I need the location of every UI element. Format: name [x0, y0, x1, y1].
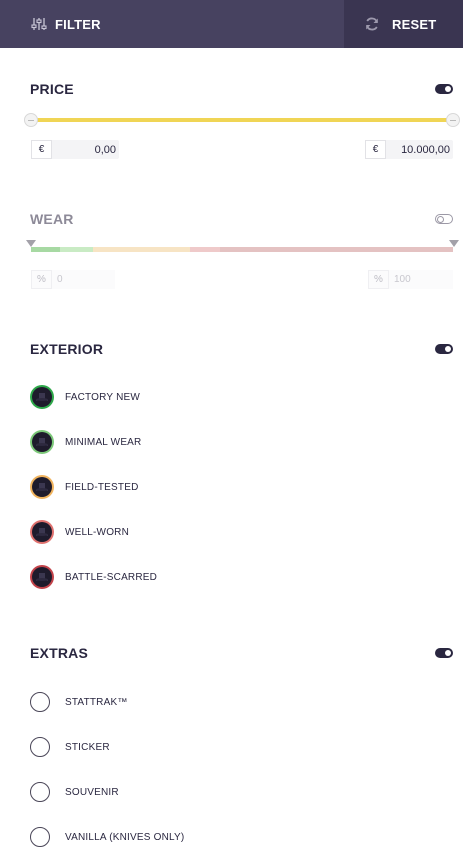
- filter-button[interactable]: FILTER: [0, 0, 344, 48]
- wear-min-value[interactable]: 0: [52, 274, 63, 285]
- price-max-value[interactable]: 10.000,00: [386, 144, 453, 156]
- price-slider-track[interactable]: [31, 118, 453, 122]
- extras-label: VANILLA (KNIVES ONLY): [65, 831, 185, 843]
- currency-label: €: [31, 140, 52, 159]
- wear-segment-field-tested: [93, 247, 190, 252]
- extras-toggle[interactable]: [435, 648, 453, 658]
- exterior-label: WELL-WORN: [65, 526, 130, 538]
- top-hat-icon: [30, 430, 54, 454]
- extras-label: SOUVENIR: [65, 786, 119, 798]
- wear-max-handle[interactable]: [449, 240, 459, 247]
- percent-label: %: [368, 270, 389, 289]
- exterior-item-well-worn[interactable]: WELL-WORN: [30, 520, 129, 544]
- price-toggle[interactable]: [435, 84, 453, 94]
- wear-max-value[interactable]: 100: [389, 274, 411, 285]
- wear-title: WEAR: [30, 211, 74, 227]
- exterior-item-field-tested[interactable]: FIELD-TESTED: [30, 475, 139, 499]
- extras-label: STATTRAK™: [65, 696, 128, 708]
- exterior-item-minimal-wear[interactable]: MINIMAL WEAR: [30, 430, 141, 454]
- extras-item-sticker[interactable]: STICKER: [30, 736, 110, 758]
- price-min-value[interactable]: 0,00: [52, 144, 119, 156]
- price-min-handle[interactable]: [24, 113, 38, 127]
- extras-title: EXTRAS: [30, 645, 88, 661]
- price-title: PRICE: [30, 81, 74, 97]
- souvenir-radio[interactable]: [30, 782, 50, 802]
- exterior-label: FIELD-TESTED: [65, 481, 139, 493]
- wear-segment-well-worn: [190, 247, 220, 252]
- exterior-item-factory-new[interactable]: FACTORY NEW: [30, 385, 140, 409]
- top-hat-icon: [30, 520, 54, 544]
- exterior-item-battle-scarred[interactable]: BATTLE-SCARRED: [30, 565, 157, 589]
- top-hat-icon: [30, 565, 54, 589]
- exterior-title: EXTERIOR: [30, 341, 104, 357]
- stattrak-radio[interactable]: [30, 692, 50, 712]
- extras-label: STICKER: [65, 741, 110, 753]
- currency-label: €: [365, 140, 386, 159]
- reset-label: RESET: [392, 16, 437, 32]
- sliders-icon: [31, 16, 47, 32]
- extras-item-vanilla[interactable]: VANILLA (KNIVES ONLY): [30, 826, 184, 848]
- exterior-label: MINIMAL WEAR: [65, 436, 142, 448]
- wear-toggle[interactable]: [435, 214, 453, 224]
- filter-header: FILTER RESET: [0, 0, 463, 48]
- sticker-radio[interactable]: [30, 737, 50, 757]
- wear-segment-battle-scarred: [220, 247, 453, 252]
- price-min-field[interactable]: € 0,00: [31, 140, 119, 159]
- wear-segment-factory-new: [31, 247, 60, 252]
- extras-item-stattrak[interactable]: STATTRAK™: [30, 691, 128, 713]
- top-hat-icon: [30, 385, 54, 409]
- filter-label: FILTER: [55, 16, 101, 32]
- vanilla-radio[interactable]: [30, 827, 50, 847]
- price-max-field[interactable]: € 10.000,00: [365, 140, 453, 159]
- reset-button[interactable]: RESET: [344, 0, 463, 48]
- exterior-label: BATTLE-SCARRED: [65, 571, 158, 583]
- exterior-toggle[interactable]: [435, 344, 453, 354]
- wear-segment-minimal-wear: [60, 247, 93, 252]
- extras-item-souvenir[interactable]: SOUVENIR: [30, 781, 119, 803]
- wear-min-handle[interactable]: [26, 240, 36, 247]
- refresh-icon: [364, 16, 380, 32]
- wear-min-field[interactable]: % 0: [31, 270, 115, 289]
- top-hat-icon: [30, 475, 54, 499]
- price-max-handle[interactable]: [446, 113, 460, 127]
- wear-max-field[interactable]: % 100: [368, 270, 453, 289]
- percent-label: %: [31, 270, 52, 289]
- exterior-label: FACTORY NEW: [65, 391, 140, 403]
